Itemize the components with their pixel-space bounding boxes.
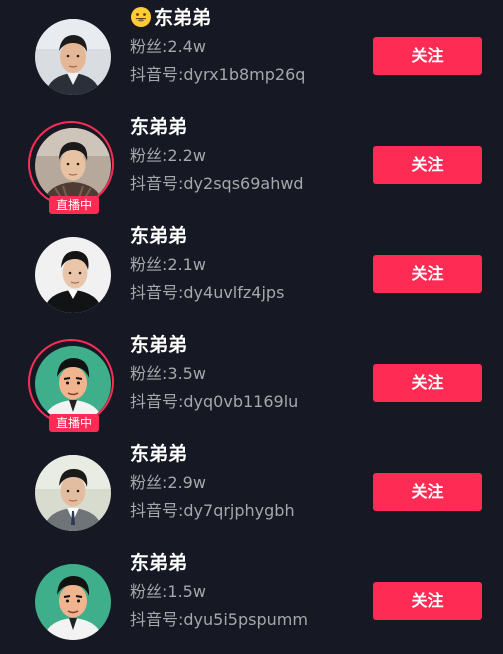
douyin-id: 抖音号:dy2sqs69ahwd <box>130 174 304 193</box>
user-name[interactable]: 东弟弟 <box>130 114 187 140</box>
avatar[interactable] <box>35 237 111 313</box>
avatar[interactable] <box>35 564 111 640</box>
user-name[interactable]: 东弟弟 <box>130 223 187 249</box>
avatar-container[interactable] <box>35 19 111 95</box>
user-name[interactable]: 东弟弟 <box>130 441 187 467</box>
follow-button[interactable]: 关注 <box>373 255 482 293</box>
fans-count: 粉丝:2.2w <box>130 146 206 165</box>
douyin-id: 抖音号:dy4uvlfz4jps <box>130 283 285 302</box>
user-name[interactable]: 东弟弟 <box>130 550 187 576</box>
avatar-container[interactable]: 直播中 <box>28 339 114 432</box>
avatar[interactable] <box>35 455 111 531</box>
follow-button[interactable]: 关注 <box>373 146 482 184</box>
fans-count: 粉丝:2.4w <box>130 37 206 56</box>
avatar-container[interactable]: 直播中 <box>28 121 114 214</box>
douyin-id: 抖音号:dyq0vb1169lu <box>130 392 299 411</box>
user-name-text: 东弟弟 <box>154 7 212 29</box>
avatar[interactable] <box>35 19 111 95</box>
douyin-id: 抖音号:dyrx1b8mp26q <box>130 65 306 84</box>
fans-count: 粉丝:2.9w <box>130 473 206 492</box>
avatar[interactable] <box>35 128 111 204</box>
avatar-container[interactable] <box>35 237 111 313</box>
follow-button[interactable]: 关注 <box>373 364 482 402</box>
follow-button[interactable]: 关注 <box>373 473 482 511</box>
user-row[interactable]: 东弟弟 粉丝:1.5w 抖音号:dyu5i5pspumm 关注 <box>0 545 503 654</box>
grinning-face-emoji <box>131 7 151 27</box>
user-row[interactable]: 直播中 东弟弟 粉丝:2.2w 抖音号:dy2sqs69ahwd 关注 <box>0 109 503 218</box>
douyin-id: 抖音号:dyu5i5pspumm <box>130 610 308 629</box>
avatar-container[interactable] <box>35 455 111 531</box>
douyin-id: 抖音号:dy7qrjphygbh <box>130 501 295 520</box>
fans-count: 粉丝:3.5w <box>130 364 206 383</box>
live-badge: 直播中 <box>49 414 99 432</box>
follow-button[interactable]: 关注 <box>373 582 482 620</box>
user-row[interactable]: 东弟弟 粉丝:2.1w 抖音号:dy4uvlfz4jps 关注 <box>0 218 503 327</box>
avatar-container[interactable] <box>35 564 111 640</box>
live-badge: 直播中 <box>49 196 99 214</box>
user-name[interactable]: 东弟弟 <box>130 5 211 31</box>
fans-count: 粉丝:2.1w <box>130 255 206 274</box>
user-row[interactable]: 东弟弟 粉丝:2.9w 抖音号:dy7qrjphygbh 关注 <box>0 436 503 545</box>
user-row[interactable]: 东弟弟 粉丝:2.4w 抖音号:dyrx1b8mp26q 关注 <box>0 0 503 109</box>
user-name[interactable]: 东弟弟 <box>130 332 187 358</box>
avatar[interactable] <box>35 346 111 422</box>
user-list: 东弟弟 粉丝:2.4w 抖音号:dyrx1b8mp26q 关注 直播中 东弟弟 … <box>0 0 503 653</box>
user-row[interactable]: 直播中 东弟弟 粉丝:3.5w 抖音号:dyq0vb1169lu 关注 <box>0 327 503 436</box>
fans-count: 粉丝:1.5w <box>130 582 206 601</box>
follow-button[interactable]: 关注 <box>373 37 482 75</box>
